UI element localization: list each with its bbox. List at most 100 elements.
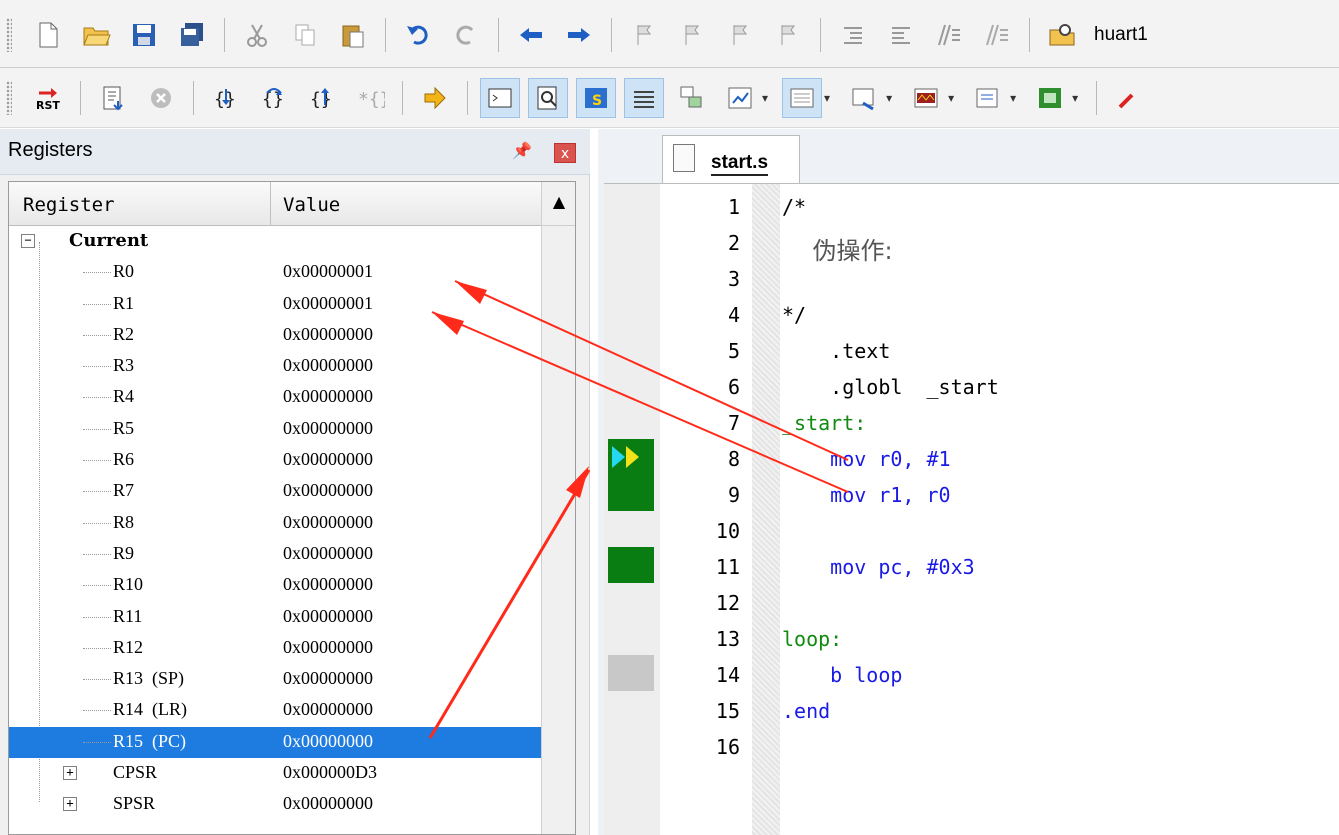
save-button[interactable]	[124, 15, 164, 55]
scroll-up-icon[interactable]: ▲	[542, 182, 575, 226]
tools-button[interactable]	[1109, 78, 1149, 118]
call-stack-button[interactable]	[672, 78, 712, 118]
code-line[interactable]: 9 mov r1, r0	[604, 475, 1339, 511]
register-value[interactable]: 0x00000000	[283, 699, 373, 720]
run-to-cursor-button[interactable]: *{}	[350, 78, 390, 118]
tree-node-spsr[interactable]: + SPSR 0x00000000	[9, 789, 541, 820]
register-value[interactable]: 0x00000000	[283, 731, 373, 752]
code-editor[interactable]: 1/* 2 伪操作: 3 4 */5 .text 6 .globl _start 7 _st…	[604, 183, 1339, 835]
copy-button[interactable]	[285, 15, 325, 55]
code-line[interactable]: 12	[604, 583, 1339, 619]
target-combo[interactable]: huart1	[1094, 24, 1148, 46]
register-value[interactable]: 0x00000000	[283, 637, 373, 658]
toolbar-grip[interactable]	[6, 18, 12, 52]
step-out-button[interactable]: {}	[302, 78, 342, 118]
stop-button[interactable]	[141, 78, 181, 118]
register-row[interactable]: R5 0x00000000	[9, 414, 541, 445]
register-value[interactable]: 0x00000001	[283, 293, 373, 314]
insert-bookmark-button[interactable]	[624, 15, 664, 55]
comment-button[interactable]	[929, 15, 969, 55]
dropdown-arrow[interactable]: ▾	[1072, 91, 1078, 105]
dropdown-arrow[interactable]: ▾	[886, 91, 892, 105]
uncomment-button[interactable]	[977, 15, 1017, 55]
register-value[interactable]: 0x00000000	[283, 606, 373, 627]
step-over-button[interactable]: {}	[254, 78, 294, 118]
code-line[interactable]: 15 .end	[604, 691, 1339, 727]
register-row[interactable]: R6 0x00000000	[9, 445, 541, 476]
code-line[interactable]: 5 .text	[604, 331, 1339, 367]
unindent-button[interactable]	[881, 15, 921, 55]
column-header-register[interactable]: Register	[9, 182, 271, 226]
dropdown-arrow[interactable]: ▾	[824, 91, 830, 105]
analysis-window-button[interactable]	[906, 78, 946, 118]
save-all-button[interactable]	[172, 15, 212, 55]
step-into-button[interactable]: {}	[206, 78, 246, 118]
symbols-window-button[interactable]: S	[576, 78, 616, 118]
register-row[interactable]: R7 0x00000000	[9, 476, 541, 507]
register-row[interactable]: R10 0x00000000	[9, 570, 541, 601]
register-value[interactable]: 0x000000D3	[283, 762, 377, 783]
trace-window-button[interactable]	[968, 78, 1008, 118]
command-window-button[interactable]	[480, 78, 520, 118]
registers-window-button[interactable]	[624, 78, 664, 118]
register-row[interactable]: R13 (SP) 0x00000000	[9, 664, 541, 695]
dropdown-arrow[interactable]: ▾	[762, 91, 768, 105]
register-row[interactable]: R2 0x00000000	[9, 320, 541, 351]
find-in-files-button[interactable]	[1042, 15, 1082, 55]
code-line[interactable]: 13 loop:	[604, 619, 1339, 655]
register-value[interactable]: 0x00000000	[283, 324, 373, 345]
collapse-icon[interactable]: −	[21, 234, 35, 248]
disassembly-window-button[interactable]	[528, 78, 568, 118]
register-value[interactable]: 0x00000000	[283, 574, 373, 595]
show-next-statement-button[interactable]	[415, 78, 455, 118]
register-value[interactable]: 0x00000000	[283, 386, 373, 407]
tree-node-cpsr[interactable]: + CPSR 0x000000D3	[9, 758, 541, 789]
expand-icon[interactable]: +	[63, 797, 77, 812]
toolbar-grip[interactable]	[6, 81, 12, 115]
register-row[interactable]: R0 0x00000001	[9, 257, 541, 288]
expand-icon[interactable]: +	[63, 766, 77, 781]
code-line[interactable]: 4 */	[604, 295, 1339, 331]
cut-button[interactable]	[237, 15, 277, 55]
register-row[interactable]: R9 0x00000000	[9, 539, 541, 570]
indent-button[interactable]	[833, 15, 873, 55]
watch-window-button[interactable]	[720, 78, 760, 118]
register-row[interactable]: R1 0x00000001	[9, 289, 541, 320]
paste-button[interactable]	[333, 15, 373, 55]
tree-node-current[interactable]: − Current	[9, 226, 541, 257]
register-value[interactable]: 0x00000000	[283, 480, 373, 501]
open-file-button[interactable]	[76, 15, 116, 55]
tab-start-s[interactable]: start.s	[662, 135, 800, 183]
register-value[interactable]: 0x00000000	[283, 668, 373, 689]
register-row[interactable]: R8 0x00000000	[9, 508, 541, 539]
code-line[interactable]: 7 _start:	[604, 403, 1339, 439]
reset-button[interactable]: RST	[28, 78, 68, 118]
code-line[interactable]: 16	[604, 727, 1339, 763]
new-file-button[interactable]	[28, 15, 68, 55]
code-line[interactable]: 2 伪操作:	[604, 223, 1339, 265]
dropdown-arrow[interactable]: ▾	[1010, 91, 1016, 105]
next-bookmark-button[interactable]	[720, 15, 760, 55]
register-value[interactable]: 0x00000000	[283, 512, 373, 533]
navigate-forward-button[interactable]	[559, 15, 599, 55]
register-row[interactable]: R4 0x00000000	[9, 382, 541, 413]
register-row[interactable]: R14 (LR) 0x00000000	[9, 695, 541, 726]
code-line[interactable]: 1 /*	[604, 187, 1339, 223]
memory-window-button[interactable]	[782, 78, 823, 118]
code-line[interactable]: 10	[604, 511, 1339, 547]
register-row[interactable]: R12 0x00000000	[9, 633, 541, 664]
code-line[interactable]: 8 mov r0, #1	[604, 439, 1339, 475]
column-header-value[interactable]: Value	[271, 182, 541, 226]
register-value[interactable]: 0x00000000	[283, 355, 373, 376]
code-line[interactable]: 3	[604, 259, 1339, 295]
dropdown-arrow[interactable]: ▾	[948, 91, 954, 105]
redo-button[interactable]	[446, 15, 486, 55]
code-line[interactable]: 11 mov pc, #0x3	[604, 547, 1339, 583]
vertical-scrollbar[interactable]: ▲	[541, 182, 575, 834]
serial-window-button[interactable]	[844, 78, 884, 118]
pin-icon[interactable]: 📌	[512, 141, 532, 160]
navigate-back-button[interactable]	[511, 15, 551, 55]
register-row[interactable]: R15 (PC) 0x00000000	[9, 726, 541, 759]
run-button[interactable]	[93, 78, 133, 118]
register-value[interactable]: 0x00000000	[283, 418, 373, 439]
